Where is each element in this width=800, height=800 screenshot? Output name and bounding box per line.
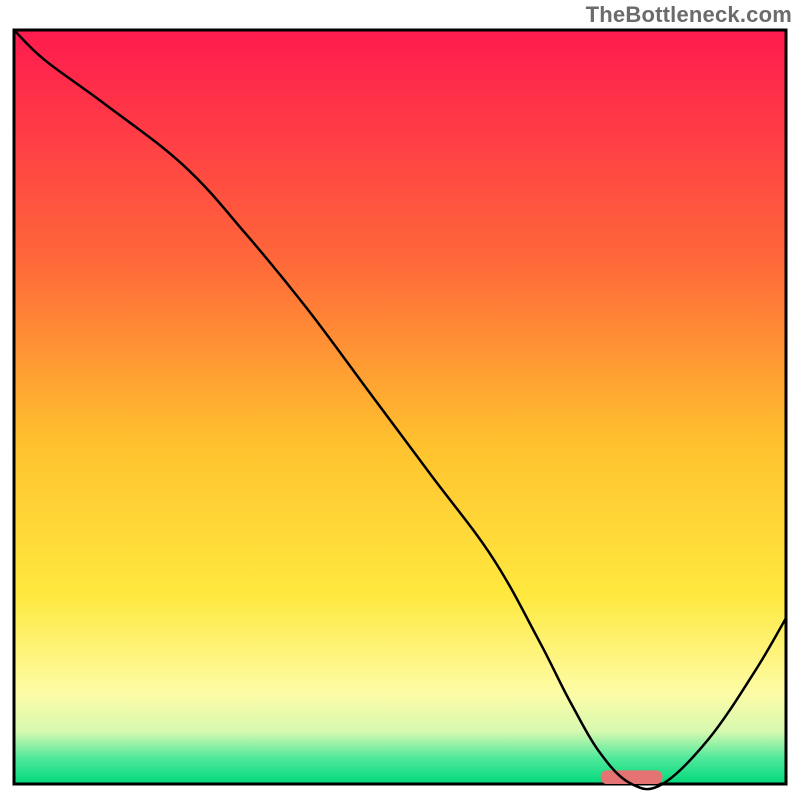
optimal-range-marker bbox=[601, 770, 663, 784]
bottleneck-chart bbox=[0, 0, 800, 800]
gradient-background bbox=[14, 30, 786, 784]
chart-container: TheBottleneck.com bbox=[0, 0, 800, 800]
